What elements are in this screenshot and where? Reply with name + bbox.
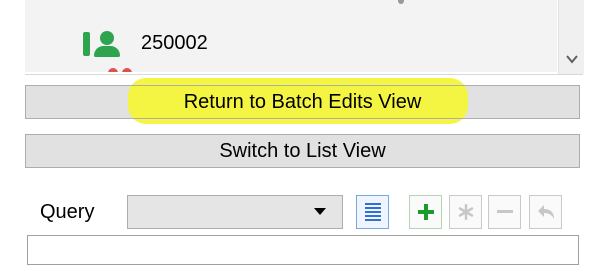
list-view-icon bbox=[364, 203, 381, 221]
asterisk-button[interactable] bbox=[449, 195, 482, 229]
query-text-area[interactable] bbox=[27, 235, 579, 265]
switch-button-label: Switch to List View bbox=[219, 139, 386, 162]
switch-to-list-view-button[interactable]: Switch to List View bbox=[25, 134, 580, 168]
asterisk-icon bbox=[458, 204, 473, 220]
divider bbox=[25, 74, 583, 75]
query-dropdown[interactable] bbox=[127, 195, 343, 229]
undo-icon bbox=[537, 205, 554, 219]
partial-list-item-below bbox=[108, 68, 148, 72]
add-button[interactable] bbox=[409, 195, 442, 229]
record-list: 250002 bbox=[25, 0, 557, 72]
return-button-label: Return to Batch Edits View bbox=[183, 90, 422, 113]
undo-button[interactable] bbox=[529, 195, 562, 229]
caret-down-icon bbox=[314, 208, 326, 215]
add-icon bbox=[417, 204, 434, 220]
user-icon bbox=[83, 27, 135, 59]
list-item[interactable]: 250002 bbox=[83, 28, 208, 58]
partial-list-item-above bbox=[398, 0, 404, 4]
query-label: Query bbox=[40, 201, 95, 223]
return-to-batch-edits-button[interactable]: Return to Batch Edits View bbox=[25, 85, 580, 119]
minus-button[interactable] bbox=[488, 195, 521, 229]
minus-icon bbox=[496, 210, 513, 213]
list-item-label: 250002 bbox=[141, 31, 208, 54]
chevron-down-icon[interactable] bbox=[565, 52, 579, 66]
list-scrollbar[interactable] bbox=[558, 0, 584, 74]
list-view-button[interactable] bbox=[356, 195, 389, 229]
